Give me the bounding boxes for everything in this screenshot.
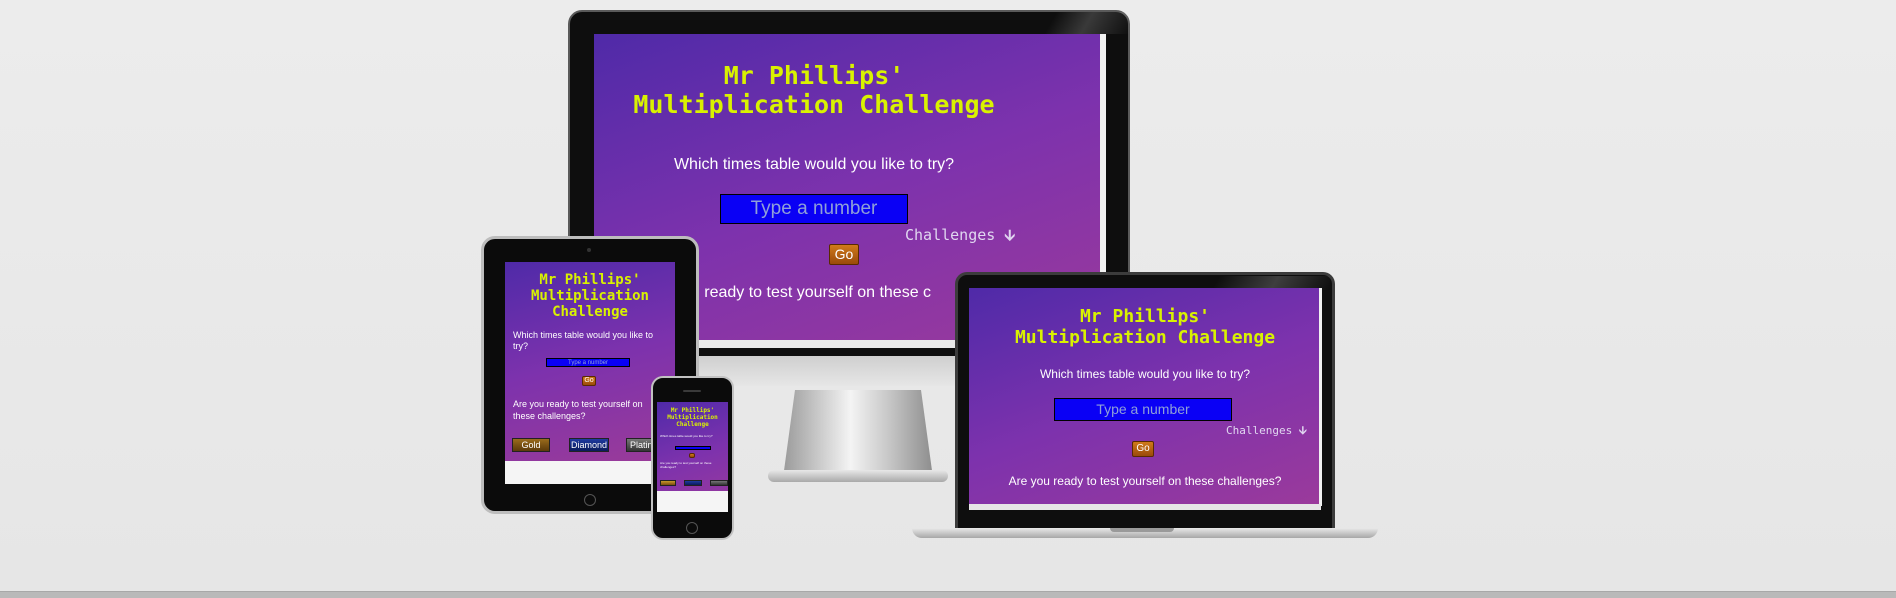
go-button[interactable]: Go <box>829 244 859 265</box>
laptop-screen: Mr Phillips' Multiplication Challenge Wh… <box>969 288 1321 506</box>
go-button[interactable]: Go <box>1132 441 1154 457</box>
title-line-1: Mr Phillips' <box>723 61 905 90</box>
question-line-1: Which times table would you like to <box>513 330 654 340</box>
laptop-screen-bottom <box>969 504 1321 510</box>
page-title: Mr Phillips' Multiplication Challenge <box>594 61 1034 120</box>
challenges-label: Challenges <box>1226 424 1293 437</box>
monitor-stand-base <box>768 470 948 482</box>
challenges-prompt: ou ready to test yourself on these c <box>682 284 932 301</box>
phone-home-button[interactable] <box>686 522 698 534</box>
challenges-label: Challenges <box>905 226 996 244</box>
laptop-notch <box>1110 528 1174 532</box>
title-line-2: Multiplication Challenge <box>633 89 995 119</box>
page-title: Mr Phillips' Multiplication Challenge <box>969 306 1321 348</box>
title-line-3: Challenge <box>676 420 709 428</box>
tablet-screen: Mr Phillips' Multiplication Challenge Wh… <box>505 262 675 484</box>
phone-screen-footer <box>657 491 728 512</box>
challenges-link[interactable]: Challenges 🡫 <box>905 225 1015 250</box>
number-input[interactable]: Type a number <box>720 194 908 224</box>
title-line-1: Mr Phillips' <box>539 272 641 288</box>
title-line-1: Mr Phillips' <box>1079 306 1211 327</box>
times-table-question: Which times table would you like to try? <box>1039 367 1251 381</box>
tablet-home-button[interactable] <box>584 494 596 506</box>
times-table-question: Which times table would you like to try? <box>513 330 673 353</box>
question-line-2: try? <box>513 341 529 352</box>
arrow-down-icon: 🡫 <box>1004 226 1016 244</box>
tablet-screen-footer <box>505 461 675 484</box>
tablet-camera <box>587 248 591 252</box>
challenges-prompt: Are you ready to test yourself on these … <box>1008 474 1282 488</box>
phone-screen: Mr Phillips' Multiplication Challenge Wh… <box>657 402 728 512</box>
title-line-2: Multiplication <box>530 288 649 305</box>
go-button[interactable] <box>689 453 695 458</box>
page-title: Mr Phillips' Multiplication Challenge <box>505 272 675 320</box>
page-title: Mr Phillips' Multiplication Challenge <box>657 407 728 429</box>
number-input[interactable]: Type a number <box>1054 398 1232 421</box>
challenges-link[interactable]: Challenges 🡫 <box>1226 422 1307 441</box>
phone-speaker <box>683 390 701 392</box>
diamond-badge[interactable]: Diamond <box>569 438 609 452</box>
gold-badge[interactable] <box>660 480 676 486</box>
monitor-glare <box>1020 12 1130 34</box>
title-line-2: Multiplication Challenge <box>1014 326 1276 348</box>
times-table-question: Which times table would you like to try? <box>660 434 713 438</box>
gold-badge[interactable]: Gold <box>512 438 550 452</box>
number-input[interactable]: Type a number <box>546 358 630 367</box>
arrow-down-icon: 🡫 <box>1298 424 1307 437</box>
platinum-badge[interactable] <box>710 480 728 486</box>
challenges-prompt: Are you ready to test yourself on these … <box>660 461 712 469</box>
page-bottom-bar <box>0 591 1896 598</box>
times-table-question: Which times table would you like to try? <box>673 156 955 173</box>
diamond-badge[interactable] <box>684 480 702 486</box>
go-button[interactable]: Go <box>582 376 596 386</box>
number-input[interactable] <box>675 446 711 450</box>
laptop-screen-edge <box>1319 288 1322 506</box>
monitor-stand <box>783 390 933 478</box>
title-line-3: Challenge <box>552 304 628 321</box>
